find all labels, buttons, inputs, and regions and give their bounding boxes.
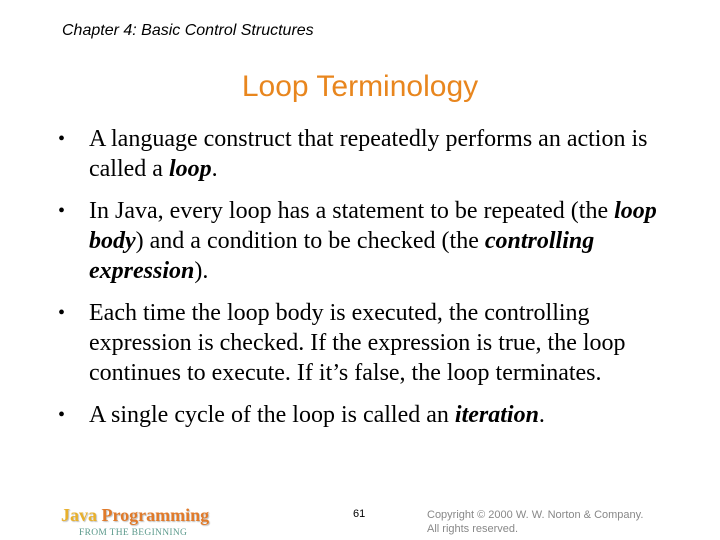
- bullet-dot-icon: •: [58, 404, 66, 426]
- emphasized-term: loop: [168, 156, 212, 182]
- bullet-text: ) and a condition to be checked (the: [135, 228, 485, 254]
- logo-word-programming: Programming: [101, 505, 210, 525]
- bullet-item: • In Java, every loop has a statement to …: [0, 196, 720, 286]
- bullet-dot-icon: •: [58, 302, 66, 324]
- bullet-text: Each time the loop body is executed, the…: [89, 300, 626, 386]
- page-number: 61: [353, 508, 366, 520]
- bullet-text: .: [538, 402, 545, 428]
- bullet-text: In Java, every loop has a statement to b…: [89, 198, 615, 224]
- logo-word-java: Java: [61, 505, 97, 525]
- bullet-text: ).: [194, 258, 209, 284]
- bullet-text: A single cycle of the loop is called an: [89, 402, 455, 428]
- bullet-item: • A single cycle of the loop is called an…: [0, 400, 720, 430]
- bullet-item: • Each time the loop body is executed, th…: [0, 298, 720, 388]
- bullet-dot-icon: •: [58, 128, 66, 150]
- emphasized-term: iteration: [454, 402, 539, 428]
- bullet-text: .: [211, 156, 218, 182]
- copyright-line-2: All rights reserved.: [427, 523, 519, 535]
- copyright-notice: Copyright © 2000 W. W. Norton & Company.…: [427, 508, 643, 536]
- logo-subtitle: FROM THE BEGINNING: [79, 528, 188, 538]
- slide-title-text: Loop Terminology: [241, 70, 479, 103]
- slide-title: Loop Terminology: [0, 70, 720, 104]
- chapter-heading: Chapter 4: Basic Control Structures: [62, 22, 314, 39]
- copyright-line-1: Copyright © 2000 W. W. Norton & Company.: [427, 509, 644, 521]
- slide: Chapter 4: Basic Control Structures Loop…: [0, 0, 720, 540]
- book-logo: Java Programming: [61, 504, 209, 526]
- bullet-list: • A language construct that repeatedly pe…: [0, 124, 720, 442]
- bullet-dot-icon: •: [58, 200, 66, 222]
- bullet-item: • A language construct that repeatedly pe…: [0, 124, 720, 184]
